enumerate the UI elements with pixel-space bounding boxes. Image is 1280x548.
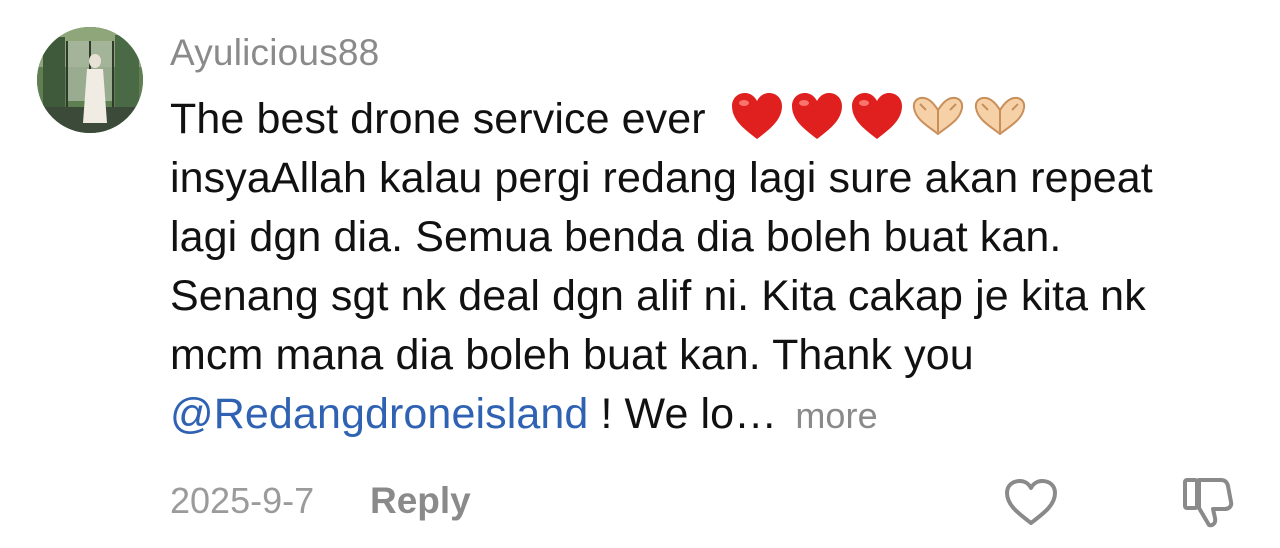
comment-line-1: The best drone service ever [170,90,1260,149]
red-heart-emoji [791,93,842,139]
dislike-button[interactable] [1181,476,1235,528]
user-avatar[interactable] [37,27,143,133]
comment-line-2: insyaAllah kalau pergi redang lagi sure … [170,154,1153,202]
comment-text-line-1: The best drone service ever [170,95,706,143]
heart-hands-emoji [974,96,1025,136]
comment-date: 2025-9-7 [170,480,315,521]
heart-outline-icon [1005,479,1057,525]
red-heart-emoji [851,93,902,139]
comment-line-6: @Redangdroneisland ! We lo… more [170,385,1260,444]
comment-line-4: Senang sgt nk deal dgn alif ni. Kita cak… [170,272,1146,320]
mention-link[interactable]: @Redangdroneisland [170,390,588,438]
red-heart-emoji [731,93,782,139]
reply-button[interactable]: Reply [370,480,471,522]
comment-line-5: mcm mana dia boleh buat kan. Thank you [170,331,974,379]
comment-tail-text: ! We lo… [600,390,778,438]
comment-body: The best drone service ever insyaAllah k… [170,90,1260,444]
comment-line-3: lagi dgn dia. Semua benda dia boleh buat… [170,213,1062,261]
heart-hands-emoji [912,96,963,136]
comment-username[interactable]: Ayulicious88 [170,32,379,74]
like-button[interactable] [1003,477,1059,527]
thumbs-down-icon [1183,478,1234,528]
more-button[interactable]: more [795,395,877,436]
emoji-group [730,91,1028,141]
